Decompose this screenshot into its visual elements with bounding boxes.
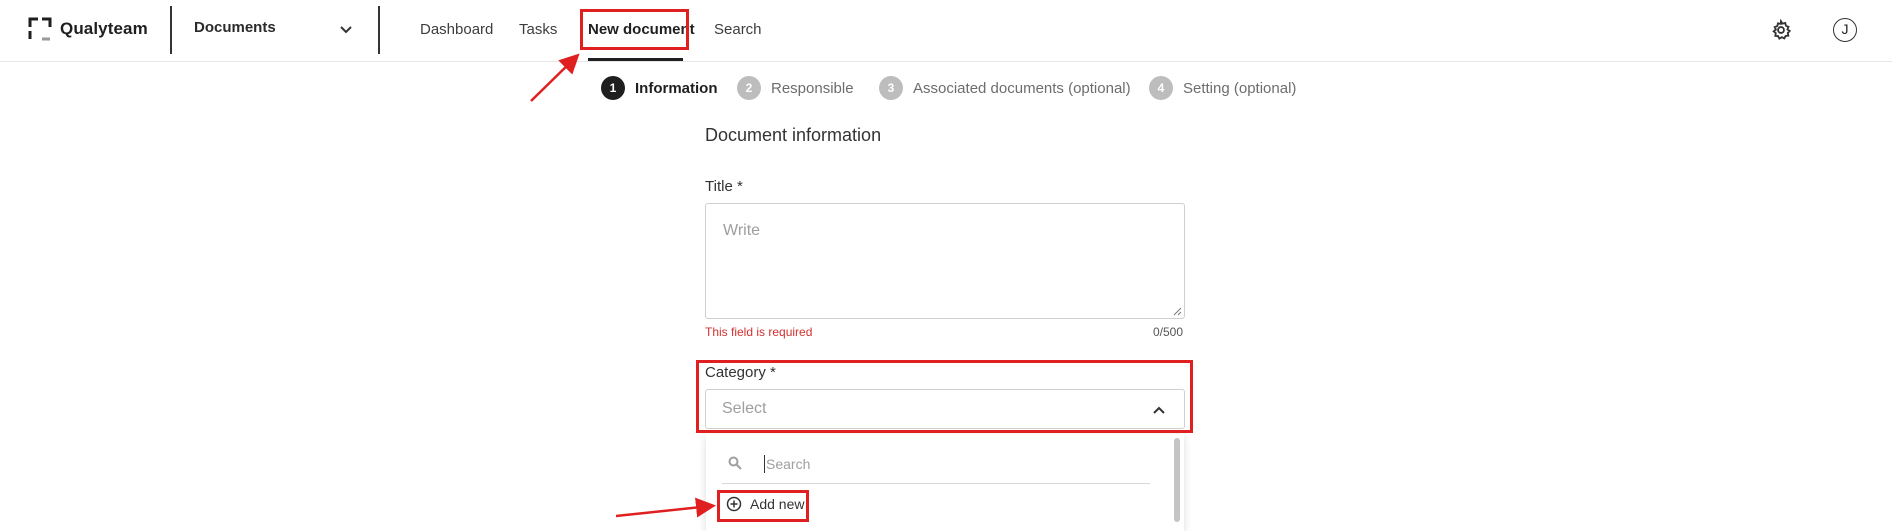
app-logo[interactable]: Qualyteam <box>28 17 148 41</box>
step-label: Associated documents (optional) <box>913 79 1131 97</box>
title-error-message: This field is required <box>705 325 813 339</box>
highlight-box-category <box>696 360 1193 433</box>
title-label: Title * <box>705 178 743 195</box>
step-responsible[interactable]: 2 Responsible <box>737 76 854 100</box>
step-number: 2 <box>737 76 761 100</box>
top-navigation-bar: Qualyteam Documents Dashboard Tasks New … <box>0 0 1892 62</box>
title-textarea[interactable]: Write <box>705 203 1185 319</box>
active-nav-indicator <box>588 58 683 61</box>
search-icon <box>728 456 742 470</box>
highlight-box-new-document <box>580 9 689 50</box>
text-cursor <box>764 455 765 473</box>
step-number: 3 <box>879 76 903 100</box>
chevron-down-icon[interactable] <box>338 21 354 37</box>
qualyteam-logo-icon <box>28 17 52 41</box>
step-number: 4 <box>1149 76 1173 100</box>
nav-search[interactable]: Search <box>714 21 762 38</box>
title-placeholder: Write <box>723 222 761 239</box>
resize-handle-icon[interactable] <box>1173 307 1182 316</box>
step-setting[interactable]: 4 Setting (optional) <box>1149 76 1296 100</box>
step-label: Responsible <box>771 79 854 97</box>
step-number: 1 <box>601 76 625 100</box>
step-information[interactable]: 1 Information <box>601 76 718 100</box>
title-char-counter: 0/500 <box>1153 325 1184 339</box>
user-avatar[interactable]: J <box>1833 18 1857 42</box>
dropdown-search-input[interactable]: Search <box>722 444 1150 484</box>
step-associated-documents[interactable]: 3 Associated documents (optional) <box>879 76 1131 100</box>
highlight-box-add-new <box>717 490 809 522</box>
module-selector-label[interactable]: Documents <box>194 19 276 36</box>
logo-text: Qualyteam <box>60 19 148 38</box>
gear-icon[interactable] <box>1770 19 1792 41</box>
section-title: Document information <box>705 125 882 145</box>
step-label: Information <box>635 79 718 97</box>
dropdown-scrollbar[interactable] <box>1174 438 1180 522</box>
dropdown-search-placeholder: Search <box>766 456 811 472</box>
nav-tasks[interactable]: Tasks <box>519 21 557 38</box>
arrow-to-add-new <box>615 497 716 518</box>
divider <box>378 6 380 54</box>
form-stepper: 1 Information 2 Responsible 3 Associated… <box>0 76 1892 100</box>
nav-dashboard[interactable]: Dashboard <box>420 21 493 38</box>
divider <box>170 6 172 54</box>
step-label: Setting (optional) <box>1183 79 1297 97</box>
